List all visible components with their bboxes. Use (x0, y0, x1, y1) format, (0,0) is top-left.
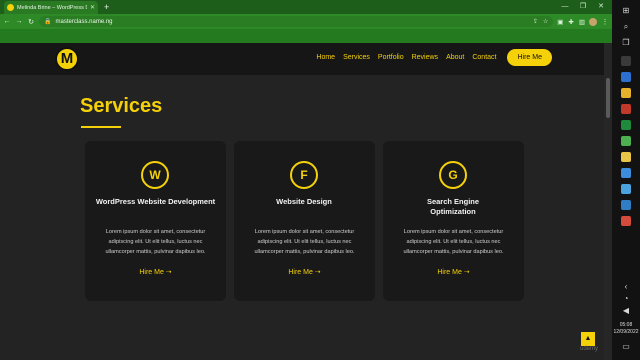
clock-time: 05:08 (619, 322, 633, 328)
clock-date: 12/09/2022 (613, 329, 639, 335)
card-title: Website Design (276, 197, 332, 206)
google-icon: G (439, 161, 467, 189)
card-hire-link[interactable]: Hire Me ➝ (85, 268, 226, 276)
card-title: WordPress Website Development (95, 197, 216, 206)
search-icon[interactable]: ⌕ (619, 22, 633, 32)
network-icon[interactable]: ◔ (619, 294, 633, 303)
taskbar-app-icon[interactable] (621, 168, 631, 178)
service-card-seo: G Search Engine Optimization Lorem ipsum… (383, 141, 524, 301)
maximize-icon[interactable]: ❐ (578, 0, 588, 13)
extension-icon[interactable]: ▣ (557, 18, 563, 26)
favicon-icon (7, 4, 14, 11)
card-hire-link[interactable]: Hire Me ➝ (383, 268, 524, 276)
menu-icon[interactable]: ⋮ (601, 18, 609, 26)
star-icon[interactable]: ☆ (543, 18, 548, 25)
chevron-up-icon[interactable]: ‹ (619, 282, 633, 291)
card-description: Lorem ipsum dolor sit amet, consectetur … (254, 229, 355, 255)
address-bar[interactable]: 🔒 masterclass.name.ng ⇪ ☆ (39, 16, 554, 27)
close-window-icon[interactable]: ✕ (596, 0, 606, 13)
card-description: Lorem ipsum dolor sit amet, consectetur … (403, 229, 504, 255)
url-text: masterclass.name.ng (55, 18, 113, 25)
browser-tab[interactable]: Melinda Brine – WordPress Deve ✕ (4, 1, 98, 14)
card-description: Lorem ipsum dolor sit amet, consectetur … (105, 229, 206, 255)
wordpress-icon: W (141, 161, 169, 189)
windows-taskbar: ⊞ ⌕ ❒ ‹ ◔ ◀ 05:08 12/09/2022 ▭ (612, 0, 640, 360)
figma-icon: F (290, 161, 318, 189)
notification-icon[interactable]: ▭ (619, 342, 633, 351)
scroll-to-top-button[interactable]: ▲ (581, 332, 595, 346)
profile-icon[interactable] (589, 17, 597, 26)
taskbar-app-icon[interactable] (621, 120, 631, 130)
service-card-design: F Website Design Lorem ipsum dolor sit a… (234, 141, 375, 301)
sidebar-icon[interactable]: ▥ (579, 18, 585, 26)
nav-contact[interactable]: Contact (472, 54, 496, 61)
taskbar-app-icon[interactable] (621, 136, 631, 146)
minimize-icon[interactable]: — (560, 0, 570, 13)
site-nav: Home Services Portfolio Reviews About Co… (316, 49, 552, 66)
reload-icon[interactable]: ↻ (27, 18, 35, 26)
page-scrollbar[interactable] (604, 43, 612, 360)
taskbar-app-icon[interactable] (621, 72, 631, 82)
title-underline (81, 126, 121, 128)
section-title: Services (80, 95, 163, 117)
system-clock[interactable]: 05:08 12/09/2022 (612, 322, 640, 336)
share-icon[interactable]: ⇪ (533, 18, 538, 25)
taskbar-app-icon[interactable] (621, 56, 631, 66)
site-logo[interactable]: M (55, 47, 79, 71)
card-title: Search Engine Optimization (426, 197, 480, 216)
close-tab-icon[interactable]: ✕ (90, 4, 95, 11)
website-viewport: M Home Services Portfolio Reviews About … (0, 43, 612, 360)
start-icon[interactable]: ⊞ (619, 6, 633, 15)
site-header: M Home Services Portfolio Reviews About … (0, 43, 612, 75)
udemy-watermark: udemy (580, 346, 599, 352)
puzzle-icon[interactable]: ✚ (568, 18, 573, 26)
scrollbar-thumb[interactable] (606, 78, 610, 118)
nav-portfolio[interactable]: Portfolio (378, 54, 404, 61)
hire-me-button[interactable]: Hire Me (507, 49, 552, 66)
browser-tab-strip: Melinda Brine – WordPress Deve ✕ + — ❐ ✕ (0, 0, 612, 14)
bookmarks-bar (0, 29, 612, 43)
new-tab-icon[interactable]: + (104, 1, 109, 13)
taskbar-app-icon[interactable] (621, 88, 631, 98)
tab-title: Melinda Brine – WordPress Deve (17, 4, 87, 11)
card-hire-link[interactable]: Hire Me ➝ (234, 268, 375, 276)
taskbar-app-icon[interactable] (621, 152, 631, 162)
browser-toolbar: ← → ↻ 🔒 masterclass.name.ng ⇪ ☆ ▣ ✚ ▥ ⋮ (0, 14, 612, 29)
lock-icon: 🔒 (44, 19, 52, 25)
task-view-icon[interactable]: ❒ (619, 38, 633, 47)
chrome-icon[interactable] (621, 216, 631, 226)
taskbar-app-icon[interactable] (621, 200, 631, 210)
back-icon[interactable]: ← (3, 18, 11, 25)
nav-about[interactable]: About (446, 54, 464, 61)
taskbar-app-icon[interactable] (621, 184, 631, 194)
taskbar-app-icon[interactable] (621, 104, 631, 114)
nav-reviews[interactable]: Reviews (412, 54, 438, 61)
service-card-wordpress: W WordPress Website Development Lorem ip… (85, 141, 226, 301)
volume-icon[interactable]: ◀ (619, 306, 633, 315)
forward-icon[interactable]: → (15, 18, 23, 25)
nav-home[interactable]: Home (316, 54, 335, 61)
nav-services[interactable]: Services (343, 54, 370, 61)
